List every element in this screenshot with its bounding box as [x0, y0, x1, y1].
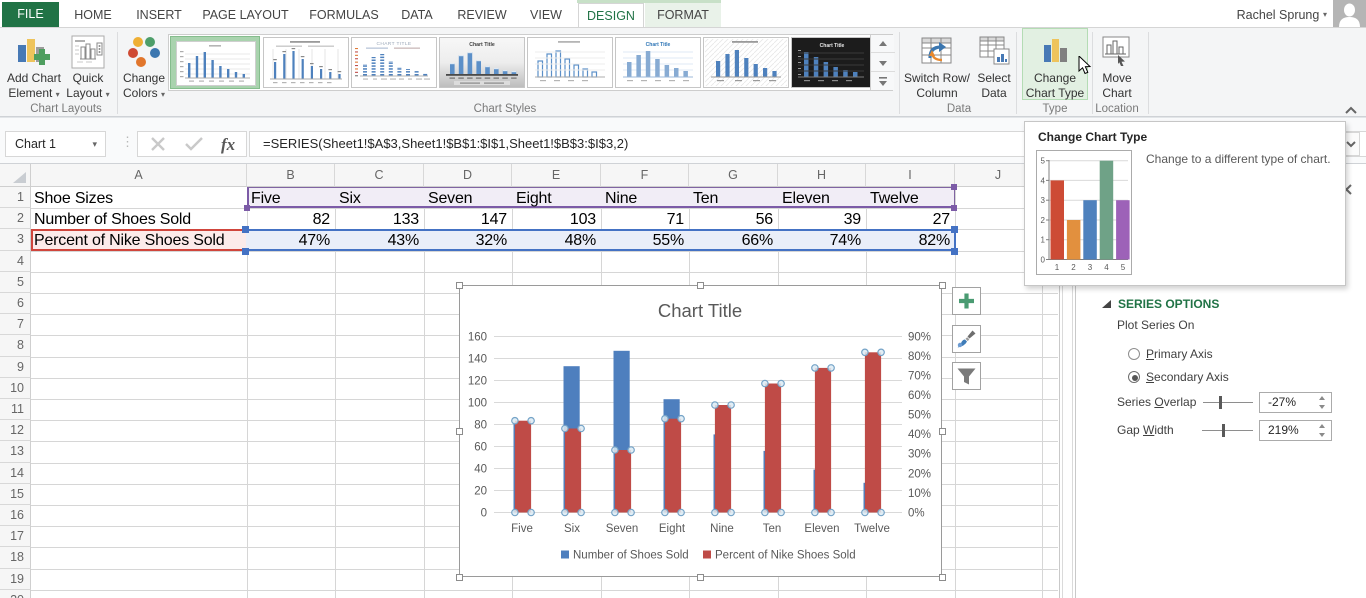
svg-text:4: 4 [1104, 263, 1109, 272]
svg-text:3: 3 [1041, 196, 1046, 205]
svg-text:4: 4 [1041, 176, 1046, 185]
svg-text:80%: 80% [908, 351, 931, 363]
svg-text:1: 1 [1055, 263, 1060, 272]
svg-text:140: 140 [468, 354, 487, 366]
svg-text:0%: 0% [908, 507, 925, 519]
svg-text:90%: 90% [908, 332, 931, 344]
svg-text:Chart Title: Chart Title [469, 42, 495, 48]
svg-text:1: 1 [1041, 236, 1046, 245]
svg-text:Seven: Seven [606, 523, 639, 535]
svg-text:5: 5 [1041, 157, 1046, 166]
svg-text:Chart Title: Chart Title [820, 43, 845, 49]
svg-text:80: 80 [474, 420, 487, 432]
svg-text:Twelve: Twelve [854, 523, 890, 535]
svg-text:Percent of Nike Shoes Sold: Percent of Nike Shoes Sold [715, 550, 856, 562]
svg-text:0: 0 [481, 508, 487, 520]
svg-text:160: 160 [468, 332, 487, 344]
svg-text:30%: 30% [908, 449, 931, 461]
svg-text:50%: 50% [908, 410, 931, 422]
svg-text:70%: 70% [908, 371, 931, 383]
svg-text:5: 5 [1121, 263, 1126, 272]
svg-text:100: 100 [468, 398, 487, 410]
svg-text:fx: fx [221, 135, 236, 154]
svg-text:Chart Title: Chart Title [658, 300, 742, 321]
svg-text:2: 2 [1071, 263, 1076, 272]
svg-text:60%: 60% [908, 390, 931, 402]
svg-text:40%: 40% [908, 429, 931, 441]
svg-text:60: 60 [474, 442, 487, 454]
svg-text:Nine: Nine [710, 523, 734, 535]
svg-text:120: 120 [468, 376, 487, 388]
svg-text:Number of Shoes Sold: Number of Shoes Sold [573, 550, 689, 562]
svg-text:10%: 10% [908, 488, 931, 500]
svg-text:20: 20 [474, 486, 487, 498]
svg-text:Six: Six [564, 523, 580, 535]
svg-text:Ten: Ten [763, 523, 782, 535]
svg-text:2: 2 [1041, 216, 1046, 225]
svg-text:Eleven: Eleven [804, 523, 839, 535]
svg-text:3: 3 [1088, 263, 1093, 272]
svg-text:0: 0 [1041, 256, 1046, 265]
svg-text:Eight: Eight [659, 523, 686, 535]
svg-text:CHART TITLE: CHART TITLE [376, 41, 411, 47]
svg-text:40: 40 [474, 464, 487, 476]
svg-text:Chart Title: Chart Title [646, 42, 671, 48]
svg-text:Five: Five [511, 523, 533, 535]
svg-text:20%: 20% [908, 468, 931, 480]
